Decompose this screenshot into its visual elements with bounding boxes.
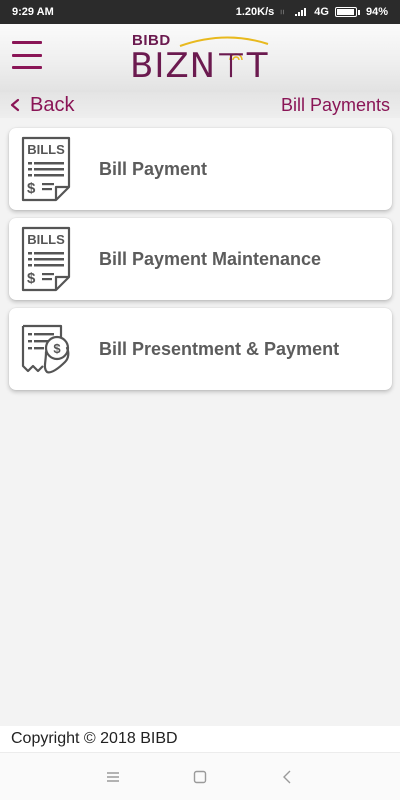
page-title: Bill Payments — [280, 94, 390, 115]
status-indicators: 1.20K/s 4G 94% — [236, 6, 388, 18]
card-label: Bill Payment — [99, 158, 208, 179]
network-type: 4G — [314, 6, 329, 18]
svg-text:$: $ — [27, 270, 36, 287]
battery-percent: 94% — [365, 6, 388, 18]
back-label: Back — [30, 93, 75, 116]
home-icon[interactable] — [190, 767, 210, 787]
card-label: Bill Presentment & Payment — [99, 338, 340, 359]
system-nav-bar — [0, 752, 400, 800]
network-speed: 1.20K/s — [235, 6, 275, 18]
recent-apps-icon[interactable] — [103, 767, 123, 787]
system-back-icon[interactable] — [277, 767, 297, 787]
card-bill-payment-maintenance[interactable]: BILLS $ Bill Payment Maintenance — [9, 218, 392, 300]
biznet-logo: BIBD BIZN⊤T — [130, 32, 270, 88]
card-bill-presentment-payment[interactable]: $ Bill Presentment & Payment — [9, 308, 392, 390]
card-label: Bill Payment Maintenance — [99, 248, 322, 269]
logo-main-text: BIZN⊤T — [130, 46, 269, 86]
menu-card-list: BILLS $ Bill Payment BILLS $ Bill Paymen… — [9, 128, 392, 398]
svg-text:$: $ — [53, 341, 61, 356]
bills-icon: BILLS $ — [18, 134, 74, 204]
bills-icon: BILLS $ — [18, 224, 74, 294]
svg-text:$: $ — [27, 180, 36, 197]
bills-icon-text: BILLS — [27, 142, 65, 157]
signal-icon — [295, 8, 307, 16]
nav-bar: Back Bill Payments — [0, 92, 400, 118]
battery-icon — [334, 7, 360, 17]
app-header: BIBD BIZN⊤T — [0, 24, 400, 92]
status-bar: 9:29 AM 1.20K/s 4G 94% — [0, 0, 400, 24]
bills-icon-text: BILLS — [27, 232, 65, 247]
chevron-left-icon — [10, 98, 20, 112]
back-button[interactable]: Back — [8, 94, 74, 117]
data-transfer-icon — [281, 9, 285, 15]
status-time: 9:29 AM — [12, 6, 54, 18]
footer: Copyright © 2018 BIBD — [0, 726, 400, 752]
hamburger-menu-icon[interactable] — [12, 41, 42, 69]
card-bill-payment[interactable]: BILLS $ Bill Payment — [9, 128, 392, 210]
copyright-text: Copyright © 2018 BIBD — [11, 730, 178, 747]
receipt-dollar-icon: $ — [18, 314, 74, 384]
